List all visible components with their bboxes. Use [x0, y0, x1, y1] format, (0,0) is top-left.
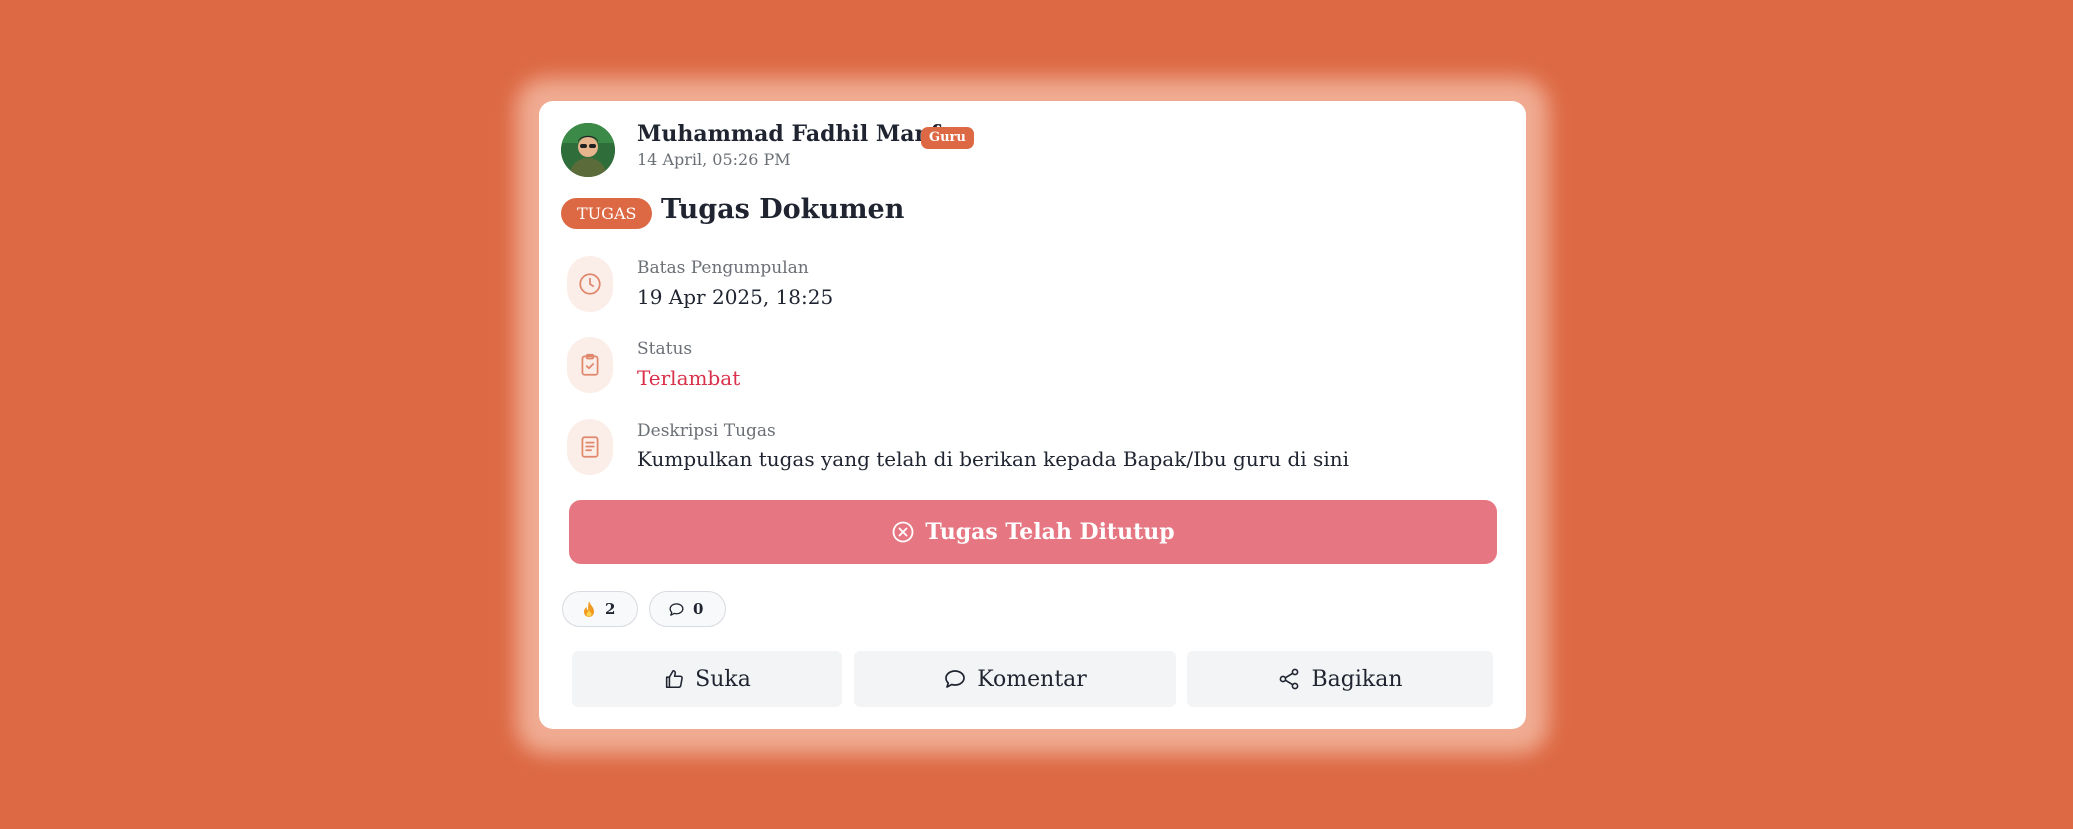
comment-button[interactable]: Komentar — [854, 651, 1176, 707]
assignment-closed-button[interactable]: Tugas Telah Ditutup — [569, 500, 1497, 564]
description-label: Deskripsi Tugas — [637, 421, 776, 441]
share-button[interactable]: Bagikan — [1187, 651, 1493, 707]
like-button[interactable]: Suka — [572, 651, 842, 707]
deadline-value: 19 Apr 2025, 18:25 — [637, 285, 834, 309]
share-icon — [1277, 667, 1301, 691]
fire-reaction-count[interactable]: 2 — [562, 591, 638, 627]
fire-count: 2 — [605, 600, 616, 618]
closed-button-label: Tugas Telah Ditutup — [925, 519, 1175, 545]
comment-count-pill[interactable]: 0 — [649, 591, 726, 627]
fire-icon — [581, 600, 597, 618]
task-title: Tugas Dokumen — [661, 194, 905, 225]
like-label: Suka — [695, 666, 751, 692]
comment-icon — [943, 667, 967, 691]
thumbs-up-icon — [663, 668, 685, 690]
deadline-label: Batas Pengumpulan — [637, 258, 809, 278]
type-badge: TUGAS — [561, 198, 653, 229]
clipboard-check-icon — [567, 337, 613, 393]
comment-label: Komentar — [977, 666, 1087, 692]
status-label: Status — [637, 339, 693, 359]
comment-icon — [668, 601, 685, 618]
post-timestamp: 14 April, 05:26 PM — [637, 150, 791, 169]
share-label: Bagikan — [1311, 666, 1403, 692]
author-name[interactable]: Muhammad Fadhil Manfa — [637, 121, 954, 147]
x-circle-icon — [891, 520, 915, 544]
assignment-post-card: Muhammad Fadhil Manfa Guru 14 April, 05:… — [539, 101, 1526, 729]
clock-icon — [567, 256, 613, 312]
description-value: Kumpulkan tugas yang telah di berikan ke… — [637, 447, 1349, 471]
document-icon — [567, 419, 613, 475]
status-value: Terlambat — [637, 366, 741, 390]
role-badge: Guru — [921, 127, 974, 149]
avatar[interactable] — [561, 123, 615, 177]
comment-count: 0 — [693, 600, 704, 618]
